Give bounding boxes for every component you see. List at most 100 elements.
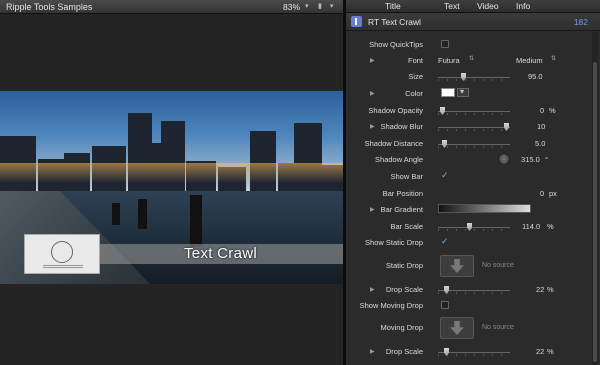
param-label: Shadow Blur [380, 122, 423, 131]
slider-ticks [438, 292, 510, 294]
tab-title[interactable]: Title [385, 1, 401, 11]
drop-scale-unit: % [547, 285, 554, 294]
static-drop-well[interactable] [440, 255, 474, 277]
param-bar-position: Bar Position 0 px [346, 187, 590, 201]
param-label: Bar Gradient [380, 205, 423, 214]
param-font: ▶ Font Futura ⇅ Medium ⇅ [346, 54, 590, 68]
shadow-angle-value[interactable]: 315.0 [521, 155, 540, 164]
show-bar-checkbox[interactable]: ✓ [441, 170, 449, 180]
param-label: Show Moving Drop [359, 301, 423, 310]
tab-text[interactable]: Text [444, 1, 460, 11]
slider-ticks [438, 229, 510, 231]
param-moving-drop: Moving Drop No source [346, 317, 590, 341]
param-shadow-blur: ▶ Shadow Blur 10 [346, 120, 590, 134]
shadow-opacity-value[interactable]: 0 [540, 106, 544, 115]
scrollbar-thumb[interactable] [593, 62, 597, 362]
inspector-tabs: Title Text Video Info [346, 0, 600, 13]
disclosure-triangle-icon[interactable]: ▶ [370, 348, 375, 355]
bar-gradient-preview[interactable] [438, 204, 531, 213]
size-value[interactable]: 95.0 [528, 72, 543, 81]
logo-placeholder-icon [51, 241, 73, 263]
popup-arrows-icon[interactable]: ⇅ [469, 55, 474, 62]
param-label: Show Static Drop [365, 238, 423, 247]
text-crawl-overlay: Text Crawl [184, 245, 258, 262]
param-bar-gradient: ▶ Bar Gradient [346, 203, 590, 217]
param-label: Shadow Distance [364, 139, 423, 148]
pier-post [138, 199, 147, 229]
param-label: Show Bar [390, 172, 423, 181]
slider-ticks [438, 354, 510, 356]
view-options-icon[interactable]: ▮ [318, 2, 322, 10]
moving-drop-well[interactable] [440, 317, 474, 339]
param-drop-scale: ▶ Drop Scale 22 % [346, 283, 590, 297]
pier-post [112, 203, 120, 225]
param-label: Static Drop [385, 261, 423, 270]
color-swatch[interactable] [441, 88, 455, 97]
font-family-popup[interactable]: Futura [438, 56, 460, 65]
color-dropdown-icon[interactable] [457, 87, 469, 97]
drop-scale-value[interactable]: 22 [536, 347, 544, 356]
disclosure-triangle-icon[interactable]: ▶ [370, 90, 375, 97]
param-label: Size [408, 72, 423, 81]
moving-drop-source: No source [482, 324, 514, 331]
tab-video[interactable]: Video [477, 1, 499, 11]
param-label: Show QuickTips [369, 40, 423, 49]
show-static-drop-checkbox[interactable]: ✓ [441, 236, 449, 246]
disclosure-triangle-icon[interactable]: ▶ [370, 206, 375, 213]
slider-ticks [438, 129, 510, 131]
shadow-angle-dial[interactable] [498, 153, 510, 165]
param-label: Color [405, 89, 423, 98]
size-slider-track[interactable] [438, 77, 510, 78]
generator-icon [351, 16, 362, 27]
param-label: Drop Scale [385, 285, 423, 294]
inspector-panel: Title Text Video Info RT Text Crawl 182 … [346, 0, 600, 365]
pier-post [190, 195, 202, 247]
param-label: Shadow Angle [375, 155, 423, 164]
inspector-scrollbar[interactable] [592, 32, 598, 365]
thumbnail-caption-lines [43, 265, 83, 268]
download-arrow-icon [450, 259, 464, 273]
param-show-static-drop: Show Static Drop ✓ [346, 236, 590, 250]
shadow-distance-slider-track[interactable] [438, 144, 510, 145]
inspector-header: RT Text Crawl 182 [346, 13, 600, 31]
bar-scale-value[interactable]: 114.0 [522, 222, 540, 231]
drop-scale-value[interactable]: 22 [536, 285, 544, 294]
shadow-distance-value[interactable]: 5.0 [535, 139, 545, 148]
param-shadow-distance: Shadow Distance 5.0 [346, 137, 590, 151]
zoom-level-popup[interactable]: 83% [283, 2, 300, 12]
slider-ticks [438, 113, 510, 115]
bar-scale-slider-track[interactable] [438, 227, 510, 228]
shadow-opacity-slider-track[interactable] [438, 111, 510, 112]
drop-scale-unit: % [547, 347, 554, 356]
shadow-opacity-unit: % [549, 106, 556, 115]
show-moving-drop-checkbox[interactable] [441, 301, 449, 309]
param-label: Bar Scale [390, 222, 423, 231]
tab-info[interactable]: Info [516, 1, 530, 11]
param-show-moving-drop: Show Moving Drop [346, 299, 590, 313]
effect-title: RT Text Crawl [368, 17, 421, 27]
zoom-dropdown-icon[interactable]: ▾ [305, 2, 309, 10]
font-weight-popup[interactable]: Medium [516, 56, 543, 65]
disclosure-triangle-icon[interactable]: ▶ [370, 123, 375, 130]
param-drop-scale: ▶ Drop Scale 22 % [346, 345, 590, 359]
param-size: Size 95.0 [346, 70, 590, 84]
viewer-toolbar: Ripple Tools Samples 83% ▾ ▮ ▾ [0, 0, 343, 14]
param-show-bar: Show Bar ✓ [346, 170, 590, 184]
param-label: Font [407, 56, 423, 65]
popup-arrows-icon[interactable]: ⇅ [551, 55, 556, 62]
disclosure-triangle-icon[interactable]: ▶ [370, 57, 375, 64]
view-dropdown-icon[interactable]: ▾ [330, 2, 334, 10]
param-label: Shadow Opacity [368, 106, 423, 115]
show-quicktips-checkbox[interactable] [441, 40, 449, 48]
shadow-blur-value[interactable]: 10 [537, 122, 545, 131]
param-shadow-angle: Shadow Angle 315.0 ° [346, 153, 590, 167]
param-show-quicktips: Show QuickTips [346, 38, 590, 52]
bar-position-unit: px [549, 189, 557, 198]
bar-position-value[interactable]: 0 [540, 189, 544, 198]
viewer-title[interactable]: Ripple Tools Samples [6, 2, 92, 12]
param-static-drop: Static Drop No source [346, 255, 590, 279]
slider-ticks [438, 79, 510, 81]
shadow-blur-slider-track[interactable] [438, 127, 510, 128]
param-bar-scale: Bar Scale 114.0 % [346, 220, 590, 234]
disclosure-triangle-icon[interactable]: ▶ [370, 286, 375, 293]
